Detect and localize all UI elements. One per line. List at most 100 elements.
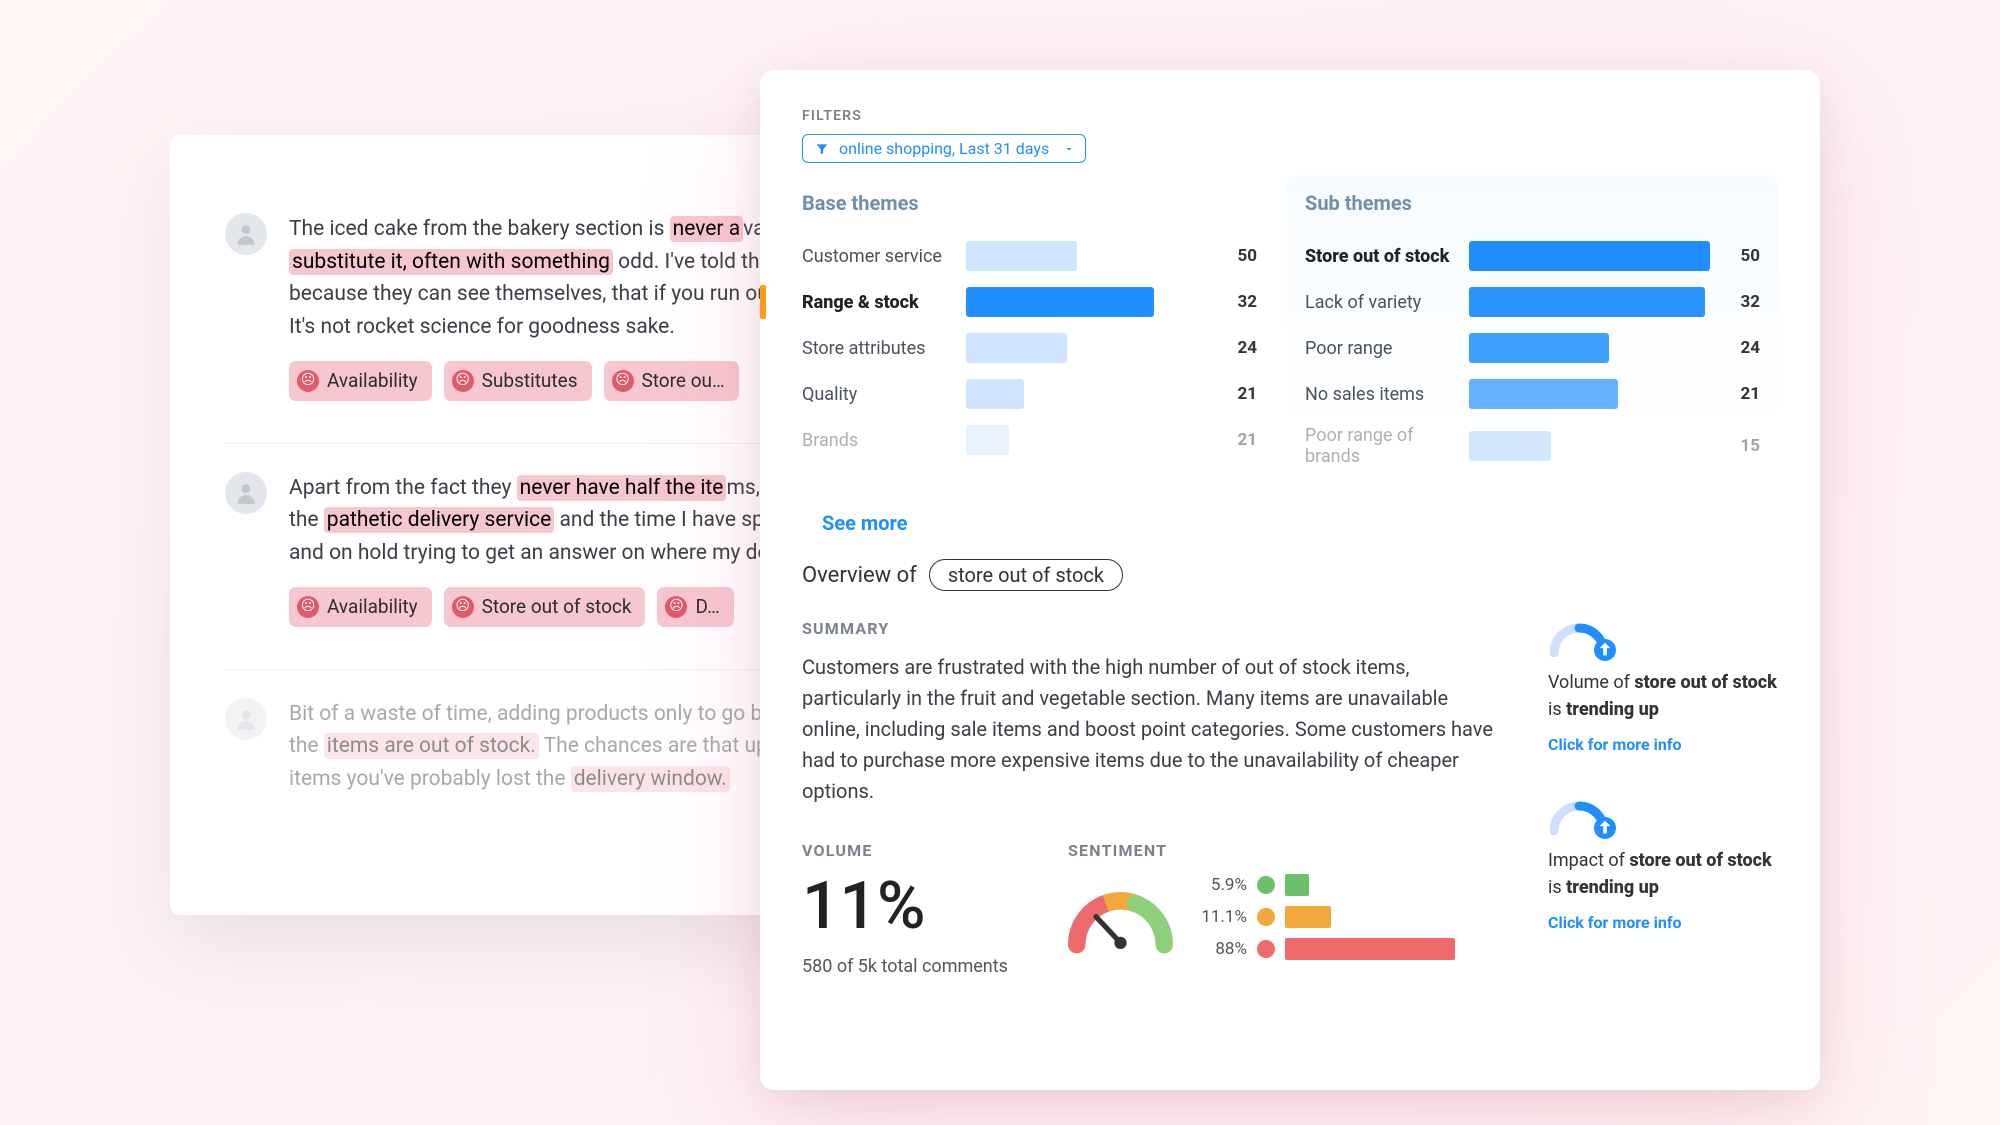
frown-icon: ☹ <box>612 370 634 392</box>
theme-name: Store out of stock <box>1305 246 1455 267</box>
theme-bar <box>966 333 1207 363</box>
theme-row[interactable]: Range & stock32 <box>802 279 1257 325</box>
tag-label: Availability <box>327 366 418 395</box>
theme-name: Poor range of brands <box>1305 425 1455 467</box>
theme-bar <box>966 425 1207 455</box>
trend-gauge-icon <box>1548 619 1610 657</box>
avatar <box>225 213 267 255</box>
sentiment-bar <box>1285 906 1331 928</box>
trend-block: Volume of store out of stock is trending… <box>1548 619 1778 757</box>
theme-row[interactable]: Lack of variety32 <box>1305 279 1760 325</box>
theme-value: 21 <box>1221 384 1257 404</box>
theme-bar <box>1469 241 1710 271</box>
summary-heading: SUMMARY <box>802 619 1498 638</box>
theme-row[interactable]: Store attributes 24 <box>802 325 1257 371</box>
sentiment-emoji-icon <box>1257 940 1275 958</box>
sentiment-tag[interactable]: ☹ Availability <box>289 587 432 626</box>
trend-more-link[interactable]: Click for more info <box>1548 733 1778 757</box>
theme-bar <box>1469 287 1710 317</box>
overview-prefix: Overview of <box>802 563 917 588</box>
avatar <box>225 472 267 514</box>
trend-text: Impact of store out of stock is trending… <box>1548 847 1778 901</box>
theme-name: Lack of variety <box>1305 292 1455 313</box>
theme-value: 24 <box>1221 338 1257 358</box>
overview-chip[interactable]: store out of stock <box>929 559 1123 591</box>
base-themes-column: Base themes Customer service 50 Range & st… <box>802 191 1257 483</box>
theme-name: Brands <box>802 430 952 451</box>
filter-value: online shopping, Last 31 days <box>839 139 1049 158</box>
sentiment-tag[interactable]: ☹ D… <box>657 587 733 626</box>
trend-text: Volume of store out of stock is trending… <box>1548 669 1778 723</box>
arrow-up-icon <box>1594 817 1616 839</box>
theme-name: Customer service <box>802 246 952 267</box>
theme-bar <box>1469 333 1710 363</box>
theme-value: 24 <box>1724 338 1760 358</box>
theme-bar <box>1469 431 1710 461</box>
theme-name: Poor range <box>1305 338 1455 359</box>
filter-dropdown[interactable]: online shopping, Last 31 days <box>802 134 1086 163</box>
trend-more-link[interactable]: Click for more info <box>1548 911 1778 935</box>
analysis-panel: FILTERS online shopping, Last 31 days Ba… <box>760 70 1820 1090</box>
sentiment-bar <box>1285 938 1455 960</box>
frown-icon: ☹ <box>297 596 319 618</box>
tag-label: Availability <box>327 592 418 621</box>
theme-bar <box>966 379 1207 409</box>
sentiment-row: 88% <box>1197 938 1455 960</box>
sentiment-tag[interactable]: ☹Store out of stock <box>444 587 646 626</box>
arrow-up-icon <box>1594 639 1616 661</box>
filter-icon <box>815 142 829 156</box>
filters-label: FILTERS <box>802 108 1778 124</box>
theme-value: 21 <box>1724 384 1760 404</box>
frown-icon: ☹ <box>297 370 319 392</box>
sentiment-tag[interactable]: ☹ Store ou… <box>604 361 739 400</box>
theme-bar <box>966 241 1207 271</box>
avatar <box>225 698 267 740</box>
trend-gauge-icon <box>1548 797 1610 835</box>
sentiment-gauge-icon <box>1068 874 1173 954</box>
tag-label: Substitutes <box>482 366 578 395</box>
theme-name: Quality <box>802 384 952 405</box>
theme-row[interactable]: Customer service 50 <box>802 233 1257 279</box>
theme-name: Range & stock <box>802 292 952 313</box>
summary-text: Customers are frustrated with the high n… <box>802 652 1498 807</box>
overview-line: Overview of store out of stock <box>802 559 1778 591</box>
theme-value: 21 <box>1221 430 1257 450</box>
sentiment-pct: 11.1% <box>1197 907 1247 927</box>
frown-icon: ☹ <box>452 596 474 618</box>
volume-sub: 580 of 5k total comments <box>802 956 1008 977</box>
sentiment-emoji-icon <box>1257 908 1275 926</box>
volume-heading: VOLUME <box>802 841 1008 860</box>
frown-icon: ☹ <box>452 370 474 392</box>
volume-value: 11% <box>802 874 1008 940</box>
theme-bar <box>1469 379 1710 409</box>
sentiment-block: SENTIMENT 5.9% 11.1% 88% <box>1068 841 1455 977</box>
theme-row[interactable]: Poor range of brands15 <box>1305 417 1760 475</box>
sentiment-bar <box>1285 874 1309 896</box>
theme-row[interactable]: Store out of stock 50 <box>1305 233 1760 279</box>
base-themes-title: Base themes <box>802 191 1257 215</box>
sentiment-emoji-icon <box>1257 876 1275 894</box>
active-marker <box>760 285 766 319</box>
theme-bar <box>966 287 1207 317</box>
sub-themes-column: Sub themes Store out of stock 50 Lack of v… <box>1287 175 1778 483</box>
chevron-down-icon <box>1063 143 1075 155</box>
volume-block: VOLUME 11% 580 of 5k total comments <box>802 841 1008 977</box>
sentiment-row: 11.1% <box>1197 906 1455 928</box>
tag-label: Store ou… <box>642 366 725 395</box>
sentiment-tag[interactable]: ☹ Substitutes <box>444 361 592 400</box>
theme-row[interactable]: Poor range 24 <box>1305 325 1760 371</box>
sentiment-pct: 5.9% <box>1197 875 1247 895</box>
theme-name: Store attributes <box>802 338 952 359</box>
theme-value: 50 <box>1724 246 1760 266</box>
sentiment-row: 5.9% <box>1197 874 1455 896</box>
tag-label: D… <box>695 592 719 621</box>
theme-row[interactable]: Quality 21 <box>802 371 1257 417</box>
theme-row[interactable]: No sales items21 <box>1305 371 1760 417</box>
frown-icon: ☹ <box>665 596 687 618</box>
see-more-link[interactable]: See more <box>822 511 1778 535</box>
theme-row[interactable]: Brands 21 <box>802 417 1257 463</box>
sentiment-heading: SENTIMENT <box>1068 841 1455 860</box>
sentiment-tag[interactable]: ☹ Availability <box>289 361 432 400</box>
sub-themes-title: Sub themes <box>1305 191 1760 215</box>
theme-value: 50 <box>1221 246 1257 266</box>
